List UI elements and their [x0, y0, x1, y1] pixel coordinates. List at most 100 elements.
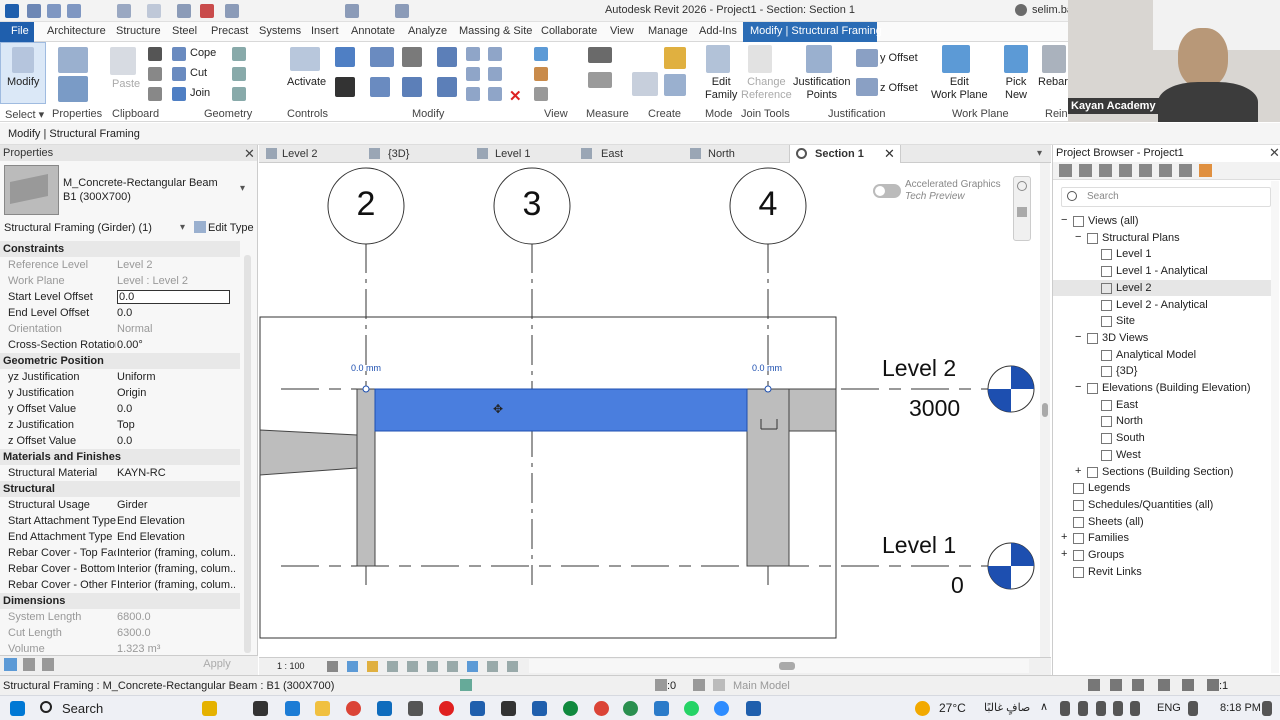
chrome-profile-icon[interactable] — [623, 701, 638, 716]
clock[interactable]: 8:18 PM — [1220, 702, 1261, 714]
revit-taskbar-icon[interactable] — [470, 701, 485, 716]
windows-start-icon[interactable] — [10, 701, 25, 716]
match-type-icon[interactable] — [148, 87, 162, 101]
tree-node[interactable]: Analytical Model — [1053, 347, 1271, 363]
mic-icon[interactable] — [1060, 701, 1070, 716]
sync-icon[interactable] — [67, 4, 81, 18]
reveal-hidden-icon[interactable] — [467, 661, 478, 672]
edit-family-label[interactable]: Edit Family — [705, 76, 737, 102]
analytical-model-icon[interactable] — [487, 661, 498, 672]
vertical-scroll-thumb[interactable] — [1042, 403, 1048, 417]
tab-precast[interactable]: Precast — [211, 25, 248, 37]
tree-expander-icon[interactable]: + — [1061, 531, 1067, 543]
tree-node[interactable]: East — [1053, 397, 1271, 413]
column-grid-4[interactable] — [746, 388, 790, 567]
justification-points-label[interactable]: Justification Points — [793, 76, 850, 102]
tab-file[interactable]: File — [11, 25, 29, 37]
rebar-label[interactable]: Rebar — [1038, 76, 1068, 88]
browser-section-icon[interactable] — [1099, 164, 1112, 177]
prop-y-justification[interactable]: y Justification Origin — [0, 385, 240, 401]
y-offset-icon[interactable] — [856, 49, 878, 67]
select-by-face-icon[interactable] — [1158, 679, 1170, 691]
level-2-name[interactable]: Level 2 — [882, 355, 956, 382]
rebar-icon[interactable] — [1042, 45, 1066, 73]
apply-button[interactable]: Apply — [182, 658, 252, 672]
cope-label[interactable]: Cope — [190, 47, 216, 59]
delete-icon[interactable]: ✕ — [509, 87, 522, 105]
view-tab-section-1[interactable]: Section 1 — [815, 148, 864, 160]
cope-icon[interactable] — [172, 47, 186, 61]
prop-rebar-cover-bottom[interactable]: Rebar Cover - Bottom ... Interior (framin… — [0, 561, 240, 577]
view-tab-east[interactable]: East — [601, 148, 623, 160]
tree-node[interactable]: − Elevations (Building Elevation) — [1053, 380, 1271, 396]
prop-z-justification[interactable]: z Justification Top — [0, 417, 240, 433]
tab-view[interactable]: View — [610, 25, 634, 37]
browser-link-icon[interactable] — [1199, 164, 1212, 177]
join-label[interactable]: Join — [190, 87, 210, 99]
browser-table-icon[interactable] — [1119, 164, 1132, 177]
tab-collaborate[interactable]: Collaborate — [541, 25, 597, 37]
type-properties-icon[interactable] — [58, 76, 88, 102]
redo-icon[interactable] — [147, 4, 161, 18]
browser-search-input[interactable]: Search — [1087, 191, 1119, 202]
rotate-icon[interactable] — [402, 77, 422, 97]
prop-rebar-cover-other[interactable]: Rebar Cover - Other Fa...Interior (frami… — [0, 577, 240, 593]
grid-label-3[interactable]: 3 — [518, 185, 546, 224]
extend-icon[interactable] — [488, 87, 502, 101]
tab-analyze[interactable]: Analyze — [408, 25, 447, 37]
move-icon[interactable] — [335, 77, 355, 97]
model-dropdown-icon[interactable] — [713, 679, 725, 691]
hide-icon[interactable] — [534, 47, 548, 61]
prop-start-level-offset[interactable]: Start Level Offset 0.0 — [0, 289, 240, 305]
save-icon[interactable] — [47, 4, 61, 18]
edit-type-button[interactable]: Edit Type — [208, 222, 254, 234]
scale-icon[interactable] — [466, 67, 480, 81]
prop-y-offset-value[interactable]: y Offset Value 0.0 — [0, 401, 240, 417]
highlight-displacement-icon[interactable] — [507, 661, 518, 672]
level-1-name[interactable]: Level 1 — [882, 532, 956, 559]
view-tab-level-1[interactable]: Level 1 — [495, 148, 530, 160]
beam-start-grip[interactable] — [362, 385, 370, 393]
cut-geometry-icon[interactable] — [172, 67, 186, 81]
tree-node[interactable]: − 3D Views — [1053, 330, 1271, 346]
instance-selector-chevron-icon[interactable]: ▾ — [180, 222, 185, 233]
tree-node[interactable]: Sheets (all) — [1053, 514, 1271, 530]
battery-icon[interactable] — [1130, 701, 1140, 716]
pin-icon[interactable] — [488, 47, 502, 61]
visual-style-icon[interactable] — [347, 661, 358, 672]
tree-expander-icon[interactable]: − — [1075, 231, 1081, 243]
tab-architecture[interactable]: Architecture — [47, 25, 106, 37]
notes-icon[interactable] — [501, 701, 516, 716]
section-constraints[interactable]: Constraints — [0, 241, 240, 257]
create-assembly-icon[interactable] — [632, 72, 658, 96]
view-tab-level-2[interactable]: Level 2 — [282, 148, 317, 160]
level-1-head-icon[interactable] — [987, 542, 1035, 590]
tree-node[interactable]: Schedules/Quantities (all) — [1053, 497, 1271, 513]
taskbar-search[interactable]: Search — [62, 701, 103, 716]
steering-wheel-icon[interactable] — [1017, 181, 1027, 191]
sun-path-icon[interactable] — [367, 661, 378, 672]
level-2-head-icon[interactable] — [987, 365, 1035, 413]
sort-ascending-icon[interactable] — [23, 658, 35, 671]
worksets-icon[interactable] — [460, 679, 472, 691]
show-crop-icon[interactable] — [427, 661, 438, 672]
prop-structural-usage[interactable]: Structural Usage Girder — [0, 497, 240, 513]
split-face-icon[interactable] — [232, 67, 246, 81]
tab-structure[interactable]: Structure — [116, 25, 161, 37]
grid-label-2[interactable]: 2 — [352, 185, 380, 224]
print-icon[interactable] — [177, 4, 191, 18]
section-geometric-position[interactable]: Geometric Position — [0, 353, 240, 369]
cut-scissors-icon[interactable] — [148, 47, 162, 61]
view-tab-3d[interactable]: {3D} — [388, 148, 409, 160]
chrome-icon-2[interactable] — [594, 701, 609, 716]
join-icon[interactable] — [172, 87, 186, 101]
drive-icon[interactable] — [1096, 701, 1106, 716]
tab-add-ins[interactable]: Add-Ins — [699, 25, 737, 37]
open-icon[interactable] — [27, 4, 41, 18]
start-offset-dimension[interactable]: 0.0 mm — [351, 363, 381, 373]
network-icon[interactable] — [1113, 701, 1123, 716]
end-offset-dimension[interactable]: 0.0 mm — [752, 363, 782, 373]
filter-icon[interactable] — [1207, 679, 1219, 691]
measure-dimension-icon[interactable] — [588, 47, 612, 63]
close-icon[interactable]: ✕ — [244, 146, 255, 162]
